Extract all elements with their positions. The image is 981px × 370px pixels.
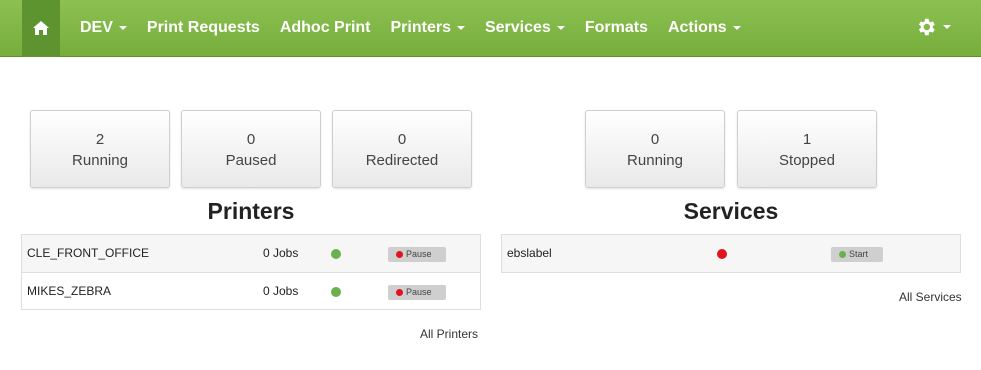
stat-label: Paused	[225, 152, 277, 169]
pause-button[interactable]: Pause	[388, 285, 446, 300]
all-services-link[interactable]: All Services	[899, 290, 962, 304]
stop-dot-icon	[396, 289, 403, 296]
nav-printers-label: Printers	[390, 19, 451, 36]
top-navbar: DEV Print Requests Adhoc Print Printers …	[0, 0, 981, 57]
nav-dev-dropdown[interactable]: DEV	[80, 19, 127, 37]
stat-count: 2	[95, 131, 105, 148]
printer-jobs: 0 Jobs	[263, 246, 299, 260]
stat-count: 0	[246, 131, 256, 148]
table-row: MIKES_ZEBRA 0 Jobs Pause	[22, 272, 480, 309]
settings-dropdown[interactable]	[915, 16, 951, 38]
printers-table: CLE_FRONT_OFFICE 0 Jobs Pause MIKES_ZEBR…	[21, 234, 481, 310]
services-stopped-stat[interactable]: 1 Stopped	[737, 110, 877, 188]
nav-printers-dropdown[interactable]: Printers	[391, 19, 465, 37]
printers-redirected-stat[interactable]: 0 Redirected	[332, 110, 472, 188]
services-table: ebslabel Start	[501, 234, 961, 273]
services-heading: Services	[683, 198, 779, 224]
nav-actions-dropdown[interactable]: Actions	[668, 19, 741, 37]
start-button[interactable]: Start	[831, 247, 883, 262]
nav-dev-label: DEV	[80, 19, 113, 36]
nav-services-dropdown[interactable]: Services	[485, 19, 565, 37]
caret-down-icon	[556, 26, 565, 30]
printers-paused-stat[interactable]: 0 Paused	[181, 110, 321, 188]
all-printers-link[interactable]: All Printers	[420, 327, 478, 341]
printers-running-stat[interactable]: 2 Running	[30, 110, 170, 188]
stat-label: Stopped	[779, 152, 835, 169]
nav-formats-label: Formats	[584, 19, 648, 36]
nav-print-requests-label: Print Requests	[146, 19, 260, 36]
home-button[interactable]	[22, 0, 60, 57]
status-running-icon	[331, 249, 341, 259]
stat-label: Running	[72, 152, 128, 169]
stat-count: 0	[650, 131, 660, 148]
caret-down-icon	[118, 26, 127, 30]
printer-name[interactable]: MIKES_ZEBRA	[27, 273, 111, 310]
nav-adhoc-print-label: Adhoc Print	[279, 19, 371, 36]
printer-jobs: 0 Jobs	[263, 284, 299, 298]
go-dot-icon	[839, 251, 846, 258]
service-name[interactable]: ebslabel	[507, 235, 552, 272]
services-running-stat[interactable]: 0 Running	[585, 110, 725, 188]
nav-formats[interactable]: Formats	[585, 19, 648, 37]
caret-down-icon	[456, 26, 465, 30]
pause-button-label: Pause	[406, 249, 432, 259]
stat-label: Redirected	[365, 152, 439, 169]
home-icon	[33, 21, 49, 35]
stat-count: 1	[802, 131, 812, 148]
pause-button-label: Pause	[406, 287, 432, 297]
table-row: CLE_FRONT_OFFICE 0 Jobs Pause	[22, 235, 480, 272]
nav-actions-label: Actions	[667, 19, 727, 36]
status-stopped-icon	[717, 249, 727, 259]
stat-count: 0	[397, 131, 407, 148]
nav-adhoc-print[interactable]: Adhoc Print	[280, 19, 371, 37]
stat-label: Running	[627, 152, 683, 169]
table-row: ebslabel Start	[502, 235, 960, 272]
status-running-icon	[331, 287, 341, 297]
nav-services-label: Services	[484, 19, 551, 36]
printer-name[interactable]: CLE_FRONT_OFFICE	[27, 235, 149, 272]
nav-print-requests[interactable]: Print Requests	[147, 19, 260, 37]
stop-dot-icon	[396, 251, 403, 258]
printers-heading: Printers	[207, 198, 295, 224]
start-button-label: Start	[849, 249, 869, 259]
gear-icon	[918, 18, 935, 36]
caret-down-icon	[943, 25, 951, 29]
caret-down-icon	[732, 26, 741, 30]
pause-button[interactable]: Pause	[388, 247, 446, 262]
